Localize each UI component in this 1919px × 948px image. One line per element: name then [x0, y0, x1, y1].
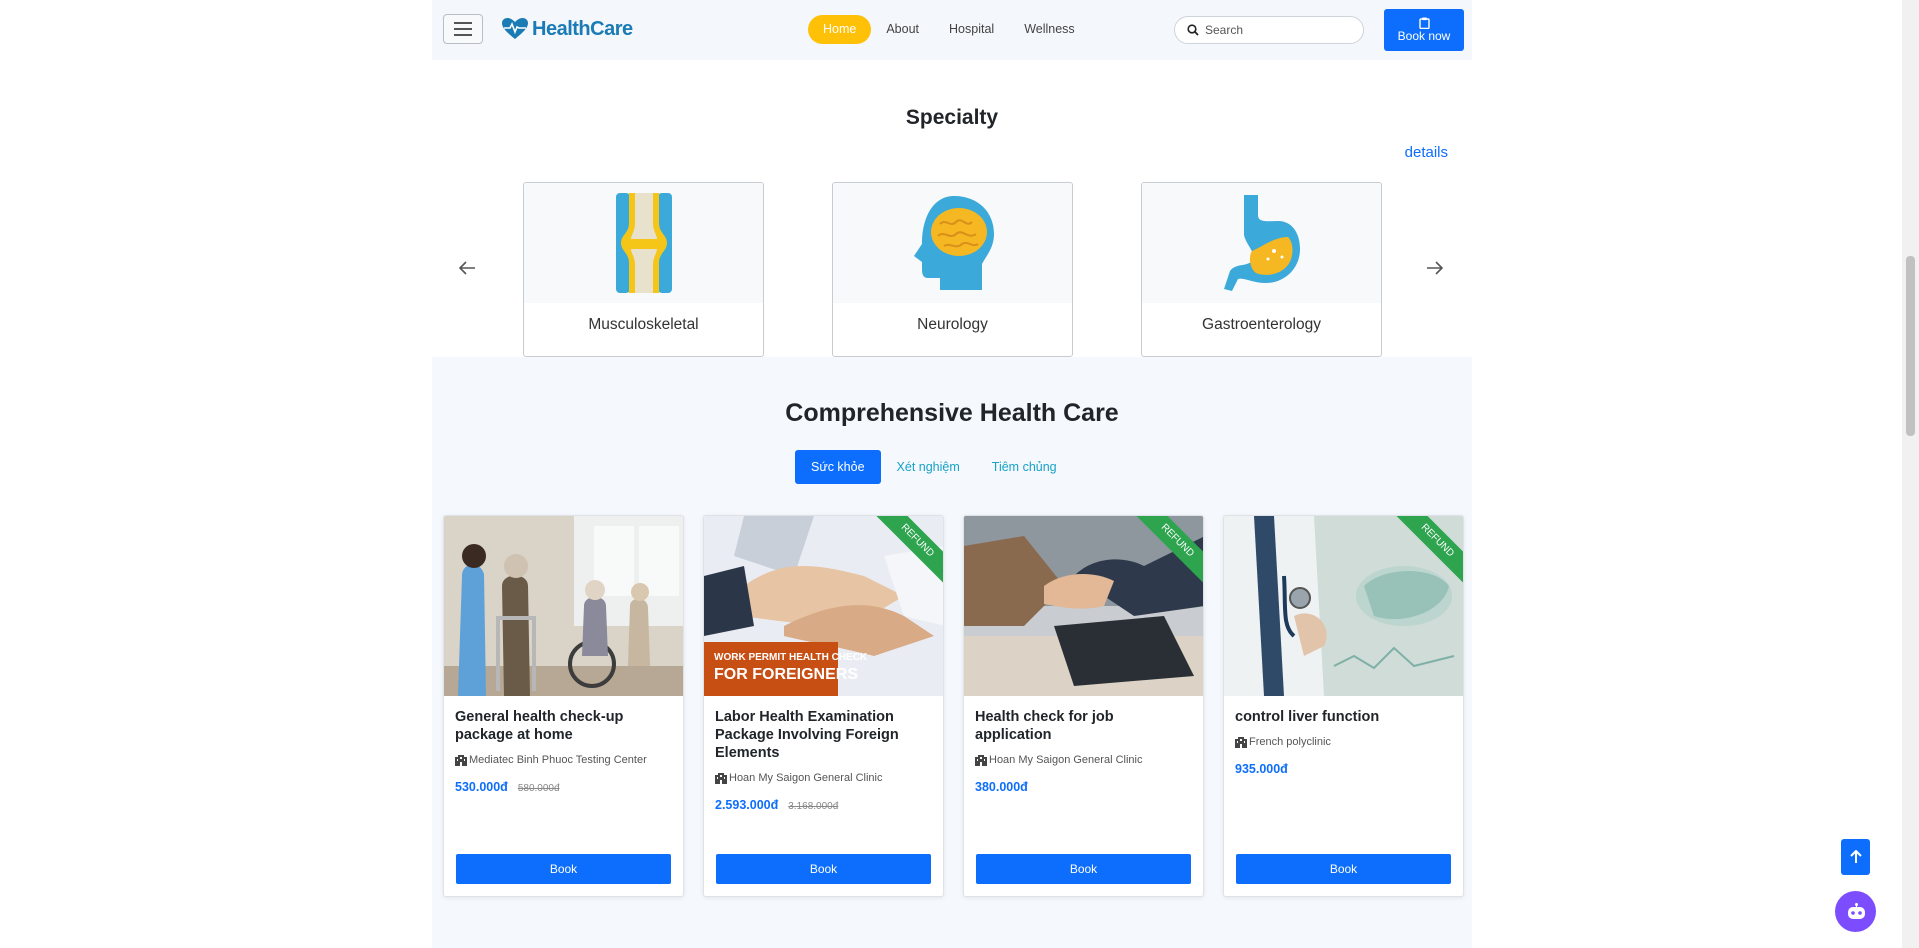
package-title: Labor Health Examination Package Involvi… — [715, 709, 899, 761]
clinic-row: Hoan My Saigon General Clinic — [715, 772, 932, 784]
card-body: Health check for job application Hoan My… — [964, 696, 1203, 794]
knee-joint-icon — [615, 193, 672, 293]
package-card[interactable]: REFUND control liver function French pol… — [1223, 515, 1464, 897]
nav-hospital[interactable]: Hospital — [934, 15, 1009, 44]
search-placeholder: Search — [1205, 23, 1244, 37]
price: 2.593.000đ — [715, 798, 779, 812]
brain-head-icon — [913, 196, 994, 290]
menu-bar — [454, 22, 472, 24]
old-price: 580.000đ — [517, 783, 560, 794]
nav-about[interactable]: About — [871, 15, 934, 44]
clinic-row: French polyclinic — [1235, 736, 1452, 748]
book-now-button[interactable]: Book now — [1384, 9, 1464, 51]
details-link[interactable]: details — [1405, 144, 1448, 161]
price: 935.000đ — [1235, 762, 1288, 776]
clinic-row: Hoan My Saigon General Clinic — [975, 754, 1192, 766]
book-button[interactable]: Book — [1236, 854, 1451, 884]
book-button[interactable]: Book — [456, 854, 671, 884]
search-input[interactable]: Search — [1174, 16, 1364, 44]
price: 530.000đ — [455, 780, 508, 794]
image-text-2: FOR FOREIGNERS — [714, 666, 858, 683]
card-body: General health check-up package at home … — [444, 696, 683, 794]
specialty-image — [524, 183, 763, 303]
specialty-card-musculoskeletal[interactable]: Musculoskeletal — [523, 182, 764, 357]
logo[interactable]: HealthCare — [501, 14, 633, 44]
nav-home[interactable]: Home — [808, 15, 872, 44]
scroll-to-top-button[interactable] — [1841, 839, 1870, 875]
old-price: 3.168.000đ — [788, 801, 839, 812]
arrow-up-icon — [1849, 850, 1862, 863]
clipboard-icon — [1418, 17, 1430, 29]
tab-tiem-chung[interactable]: Tiêm chủng — [976, 450, 1073, 484]
package-image: REFUND — [1224, 516, 1463, 696]
book-now-label: Book now — [1397, 29, 1451, 43]
clinic-name: French polyclinic — [1249, 736, 1331, 748]
image-text-1: WORK PERMIT HEALTH CHECK — [714, 652, 868, 663]
package-card[interactable]: REFUND Health check for job application … — [963, 515, 1204, 897]
package-card[interactable]: WORK PERMIT HEALTH CHECK FOR FOREIGNERS … — [703, 515, 944, 897]
price-row: 2.593.000đ 3.168.000đ — [715, 798, 932, 812]
hospital-building-icon — [975, 754, 987, 766]
package-title: General health check-up package at home — [455, 709, 624, 743]
price-row: 380.000đ — [975, 780, 1192, 794]
tab-xet-nghiem[interactable]: Xét nghiệm — [881, 450, 976, 484]
vertical-scrollbar[interactable] — [1902, 0, 1919, 948]
carousel-prev-arrow-icon[interactable] — [455, 256, 479, 280]
package-title: control liver function — [1235, 709, 1380, 725]
specialty-card-neurology[interactable]: Neurology — [832, 182, 1073, 357]
clinic-name: Mediatec Binh Phuoc Testing Center — [469, 754, 647, 766]
price-row: 530.000đ 580.000đ — [455, 780, 672, 794]
specialty-image — [1142, 183, 1381, 303]
book-button[interactable]: Book — [716, 854, 931, 884]
nav-wellness[interactable]: Wellness — [1009, 15, 1089, 44]
scrollbar-thumb[interactable] — [1906, 256, 1915, 436]
clinic-name: Hoan My Saigon General Clinic — [729, 772, 883, 784]
book-button[interactable]: Book — [976, 854, 1191, 884]
specialty-label: Neurology — [917, 316, 988, 333]
package-image: REFUND — [964, 516, 1203, 696]
logo-text: HealthCare — [532, 17, 633, 40]
hamburger-menu-button[interactable] — [443, 14, 483, 44]
clinic-row: Mediatec Binh Phuoc Testing Center — [455, 754, 672, 766]
carousel-next-arrow-icon[interactable] — [1423, 256, 1447, 280]
package-title: Health check for job application — [975, 709, 1114, 743]
heart-pulse-icon — [502, 18, 528, 39]
specialty-label: Gastroenterology — [1202, 316, 1321, 333]
clinic-name: Hoan My Saigon General Clinic — [989, 754, 1143, 766]
specialty-title: Specialty — [905, 106, 999, 129]
card-body: control liver function French polyclinic… — [1224, 696, 1463, 776]
stomach-icon — [1223, 195, 1300, 291]
package-image — [444, 516, 683, 696]
tab-suc-khoe[interactable]: Sức khỏe — [795, 450, 881, 484]
specialty-card-gastroenterology[interactable]: Gastroenterology — [1141, 182, 1382, 357]
price-row: 935.000đ — [1235, 762, 1452, 776]
menu-bar — [454, 28, 472, 30]
header: HealthCare Home About Hospital Wellness … — [432, 0, 1472, 60]
comprehensive-section: Comprehensive Health Care Sức khỏe Xét n… — [432, 357, 1472, 948]
page: HealthCare Home About Hospital Wellness … — [0, 0, 1919, 948]
menu-bar — [454, 34, 472, 36]
card-body: Labor Health Examination Package Involvi… — [704, 696, 943, 812]
chatbot-button[interactable] — [1835, 891, 1876, 932]
specialty-image — [833, 183, 1072, 303]
hospital-building-icon — [715, 772, 727, 784]
search-icon — [1187, 24, 1199, 36]
hospital-building-icon — [455, 754, 467, 766]
price: 380.000đ — [975, 780, 1028, 794]
comprehensive-title: Comprehensive Health Care — [785, 399, 1119, 427]
specialty-label: Musculoskeletal — [588, 316, 699, 333]
main-container: HealthCare Home About Hospital Wellness … — [432, 0, 1472, 948]
hospital-building-icon — [1235, 736, 1247, 748]
main-nav: Home About Hospital Wellness — [808, 15, 1090, 44]
robot-icon — [1847, 902, 1865, 919]
package-image: WORK PERMIT HEALTH CHECK FOR FOREIGNERS … — [704, 516, 943, 696]
package-card[interactable]: General health check-up package at home … — [443, 515, 684, 897]
category-tabs: Sức khỏe Xét nghiệm Tiêm chủng — [795, 450, 1073, 484]
